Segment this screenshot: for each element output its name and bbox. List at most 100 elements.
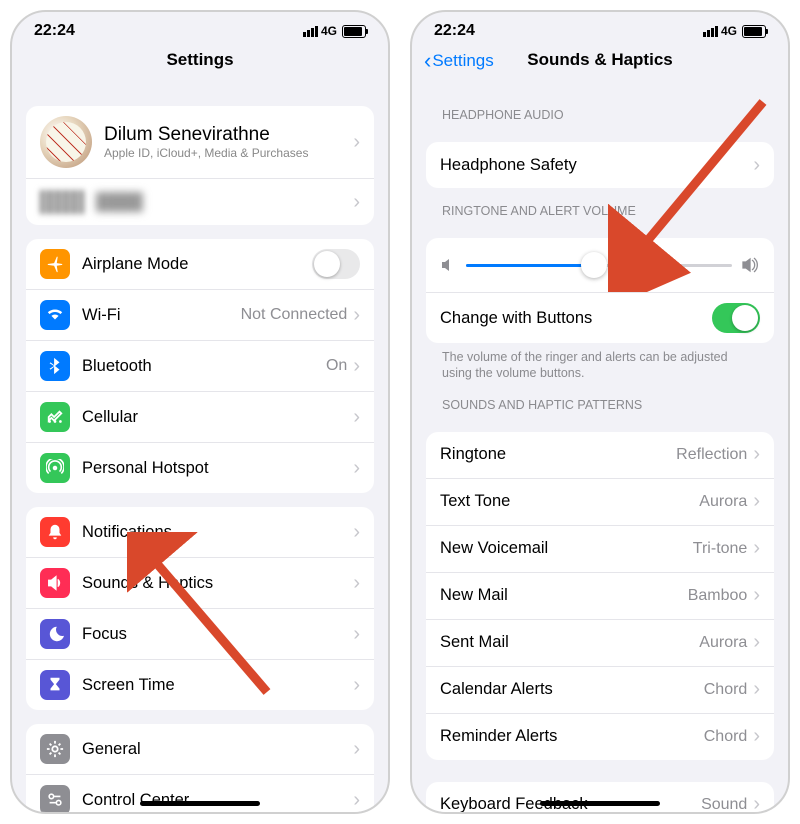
status-right: 4G	[703, 24, 766, 38]
row-label: Ringtone	[440, 445, 676, 464]
toggle-switch[interactable]	[312, 249, 360, 279]
change-with-buttons-row[interactable]: Change with Buttons	[426, 292, 774, 343]
change-buttons-switch[interactable]	[712, 303, 760, 333]
family-row[interactable]: ████ ›	[26, 178, 374, 225]
moon-icon	[40, 619, 70, 649]
keyboard-feedback-row[interactable]: Keyboard Feedback Sound ›	[426, 782, 774, 813]
setting-row-personal-hotspot[interactable]: Personal Hotspot›	[26, 442, 374, 493]
row-value: Aurora	[699, 493, 747, 511]
blurred-avatars	[40, 190, 84, 214]
setting-row-bluetooth[interactable]: BluetoothOn›	[26, 340, 374, 391]
apple-id-row[interactable]: Dilum Senevirathne Apple ID, iCloud+, Me…	[26, 106, 374, 178]
hourglass-icon	[40, 670, 70, 700]
row-label: Notifications	[82, 523, 353, 542]
blurred-label: ████	[96, 193, 353, 212]
pattern-row-ringtone[interactable]: RingtoneReflection ›	[426, 432, 774, 478]
connectivity-group: Airplane ModeWi-FiNot Connected›Bluetoot…	[26, 239, 374, 493]
headphone-safety-row[interactable]: Headphone Safety ›	[426, 142, 774, 188]
pattern-row-reminder-alerts[interactable]: Reminder AlertsChord ›	[426, 713, 774, 760]
pattern-row-new-mail[interactable]: New MailBamboo›	[426, 572, 774, 619]
chevron-right-icon: ›	[753, 678, 760, 701]
status-bar: 22:24 4G	[12, 12, 388, 44]
row-label: Sounds & Haptics	[82, 574, 353, 593]
status-time: 22:24	[434, 22, 475, 40]
chevron-right-icon: ›	[753, 725, 760, 748]
signal-icon	[303, 26, 318, 37]
row-value: Chord	[704, 728, 748, 746]
row-label: New Mail	[440, 586, 688, 605]
profile-name: Dilum Senevirathne	[104, 124, 353, 146]
home-indicator[interactable]	[540, 801, 660, 806]
setting-row-screen-time[interactable]: Screen Time›	[26, 659, 374, 710]
pattern-row-new-voicemail[interactable]: New VoicemailTri-tone›	[426, 525, 774, 572]
nav-bar: ‹Settings Sounds & Haptics	[412, 44, 788, 82]
chevron-right-icon: ›	[353, 521, 360, 544]
bell-icon	[40, 517, 70, 547]
row-value: Not Connected	[241, 306, 348, 324]
pattern-row-sent-mail[interactable]: Sent MailAurora ›	[426, 619, 774, 666]
setting-row-airplane-mode[interactable]: Airplane Mode	[26, 239, 374, 289]
group-header: Ringtone and Alert Volume	[412, 188, 788, 224]
row-value: On	[326, 357, 347, 375]
row-label: Control Center	[82, 791, 353, 810]
avatar	[40, 116, 92, 168]
phone-sounds: 22:24 4G ‹Settings Sounds & Haptics Head…	[410, 10, 790, 814]
volume-slider[interactable]	[466, 264, 732, 267]
pattern-row-calendar-alerts[interactable]: Calendar AlertsChord›	[426, 666, 774, 713]
chevron-right-icon: ›	[753, 490, 760, 513]
row-label: Text Tone	[440, 492, 699, 511]
network-label: 4G	[321, 24, 337, 38]
profile-group: Dilum Senevirathne Apple ID, iCloud+, Me…	[26, 106, 374, 225]
row-label: New Voicemail	[440, 539, 693, 558]
chevron-right-icon: ›	[353, 789, 360, 812]
cellular-icon	[40, 402, 70, 432]
network-label: 4G	[721, 24, 737, 38]
row-value: Aurora	[699, 634, 747, 652]
watermark: wsxdn.com	[785, 412, 790, 471]
setting-row-focus[interactable]: Focus›	[26, 608, 374, 659]
setting-row-sounds-haptics[interactable]: Sounds & Haptics›	[26, 557, 374, 608]
group-header: Headphone Audio	[412, 92, 788, 128]
chevron-right-icon: ›	[753, 631, 760, 654]
chevron-right-icon: ›	[353, 406, 360, 429]
row-label: Airplane Mode	[82, 255, 312, 274]
speaker-high-icon	[742, 257, 760, 273]
chevron-right-icon: ›	[353, 623, 360, 646]
wifi-icon	[40, 300, 70, 330]
volume-slider-row	[426, 238, 774, 292]
airplane-icon	[40, 249, 70, 279]
chevron-right-icon: ›	[353, 457, 360, 480]
row-value: Tri-tone	[693, 540, 748, 558]
sounds-content[interactable]: Headphone Audio Headphone Safety › Ringt…	[412, 92, 788, 812]
row-label: Screen Time	[82, 676, 353, 695]
switches-icon	[40, 785, 70, 812]
setting-row-general[interactable]: General›	[26, 724, 374, 774]
profile-sub: Apple ID, iCloud+, Media & Purchases	[104, 146, 353, 160]
general-group: General›Control Center›AADisplay & Brigh…	[26, 724, 374, 812]
setting-row-notifications[interactable]: Notifications›	[26, 507, 374, 557]
setting-row-cellular[interactable]: Cellular›	[26, 391, 374, 442]
home-indicator[interactable]	[140, 801, 260, 806]
settings-content[interactable]: Dilum Senevirathne Apple ID, iCloud+, Me…	[12, 92, 388, 812]
signal-icon	[703, 26, 718, 37]
group-header: Sounds and Haptic Patterns	[412, 382, 788, 418]
bluetooth-icon	[40, 351, 70, 381]
row-label: Sent Mail	[440, 633, 699, 652]
pattern-row-text-tone[interactable]: Text ToneAurora ›	[426, 478, 774, 525]
chevron-right-icon: ›	[753, 793, 760, 812]
row-label: Cellular	[82, 408, 353, 427]
row-value: Chord	[704, 681, 748, 699]
row-value: Reflection	[676, 446, 747, 464]
nav-bar: Settings	[12, 44, 388, 82]
chevron-right-icon: ›	[353, 304, 360, 327]
row-label: Focus	[82, 625, 353, 644]
chevron-right-icon: ›	[753, 443, 760, 466]
page-title: Sounds & Haptics	[412, 50, 788, 70]
speaker-icon	[40, 568, 70, 598]
setting-row-control-center[interactable]: Control Center›	[26, 774, 374, 812]
row-label: Reminder Alerts	[440, 727, 704, 746]
setting-row-wi-fi[interactable]: Wi-FiNot Connected›	[26, 289, 374, 340]
speaker-low-icon	[440, 257, 456, 273]
chevron-right-icon: ›	[753, 584, 760, 607]
phone-settings: 22:24 4G Settings Dilum Senevirathne App…	[10, 10, 390, 814]
